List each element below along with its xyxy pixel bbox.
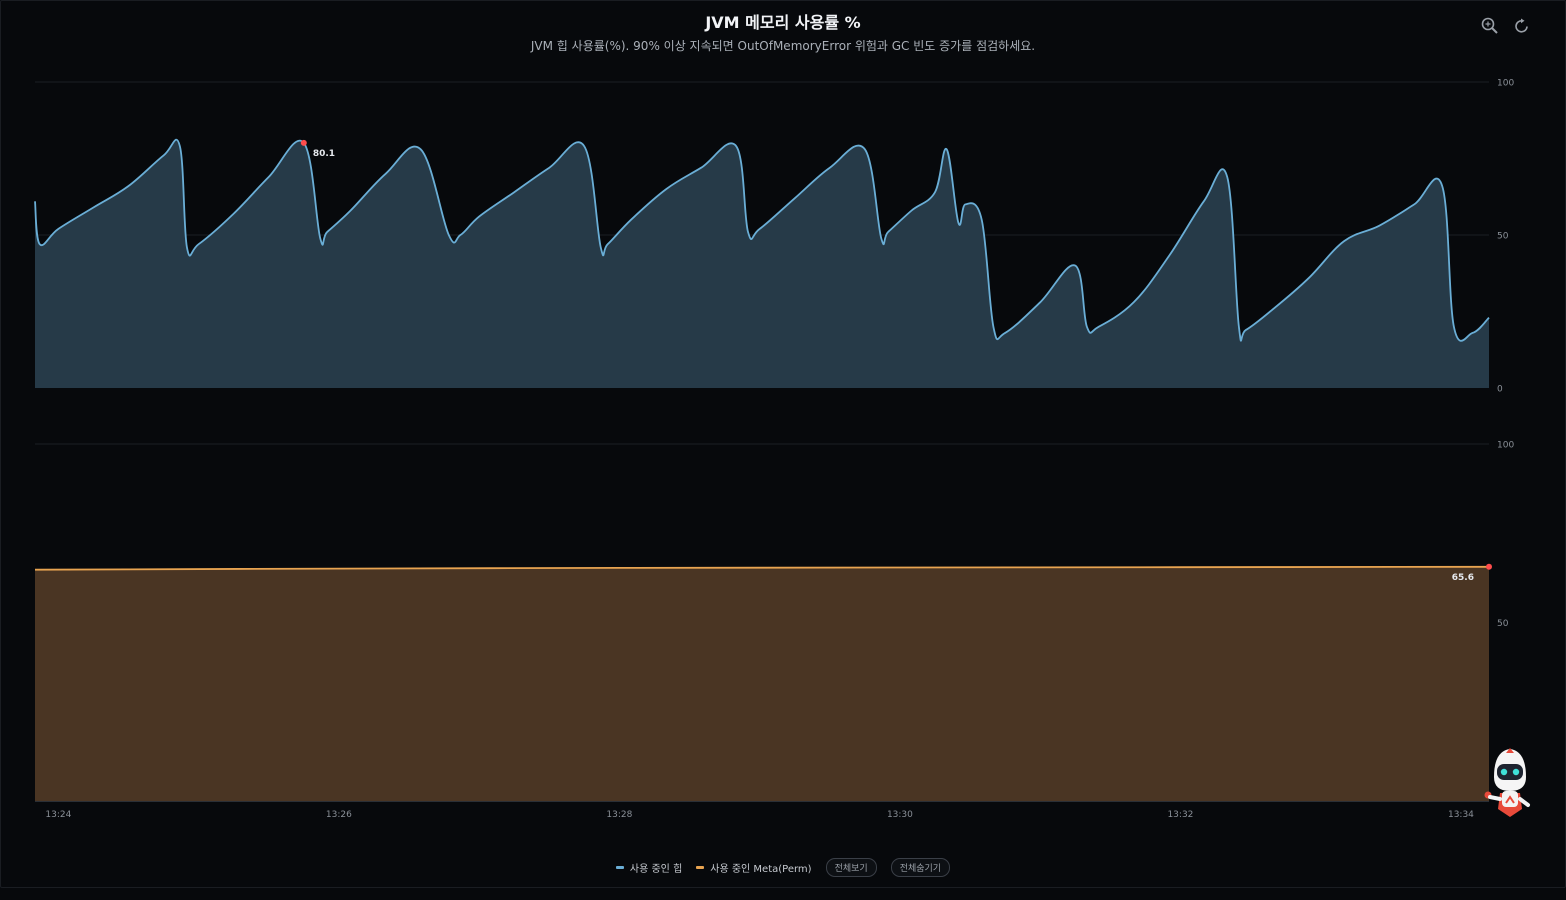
x-tick-label: 13:28 xyxy=(606,810,632,820)
legend-swatch-meta xyxy=(696,866,705,869)
x-tick-label: 13:34 xyxy=(1448,810,1474,820)
series-area xyxy=(35,139,1489,388)
series-area xyxy=(35,566,1489,801)
x-tick-label: 13:26 xyxy=(326,810,352,820)
chart-svg: 0 50 100 80.1 50 100 65.6 13:24 13:26 13:28 13:30 1… xyxy=(34,79,1514,820)
assistant-robot-icon[interactable] xyxy=(1482,747,1538,819)
hide-all-button[interactable]: 전체숨기기 xyxy=(890,858,951,877)
x-tick-label: 13:32 xyxy=(1167,810,1193,820)
max-point-label: 80.1 xyxy=(313,149,335,159)
legend-label-heap: 사용 중인 힙 xyxy=(629,864,683,875)
y-tick-label: 0 xyxy=(1497,385,1503,395)
legend-swatch-heap xyxy=(615,866,624,869)
legend-item-meta[interactable]: 사용 중인 Meta(Perm) xyxy=(696,860,812,875)
max-point-marker xyxy=(1486,563,1492,570)
y-tick-label: 100 xyxy=(1497,441,1514,451)
y-tick-label: 50 xyxy=(1497,619,1509,629)
legend: 사용 중인 힙 사용 중인 Meta(Perm) 전체보기 전체숨기기 xyxy=(0,858,1566,877)
legend-item-heap[interactable]: 사용 중인 힙 xyxy=(615,860,683,875)
y-tick-label: 50 xyxy=(1497,232,1509,242)
x-tick-label: 13:24 xyxy=(45,810,71,820)
x-tick-label: 13:30 xyxy=(887,810,913,820)
max-point-marker xyxy=(300,139,307,146)
show-all-button[interactable]: 전체보기 xyxy=(825,858,877,877)
legend-label-meta: 사용 중인 Meta(Perm) xyxy=(710,864,812,875)
max-point-label: 65.6 xyxy=(1452,573,1474,583)
y-tick-label: 100 xyxy=(1497,79,1514,89)
